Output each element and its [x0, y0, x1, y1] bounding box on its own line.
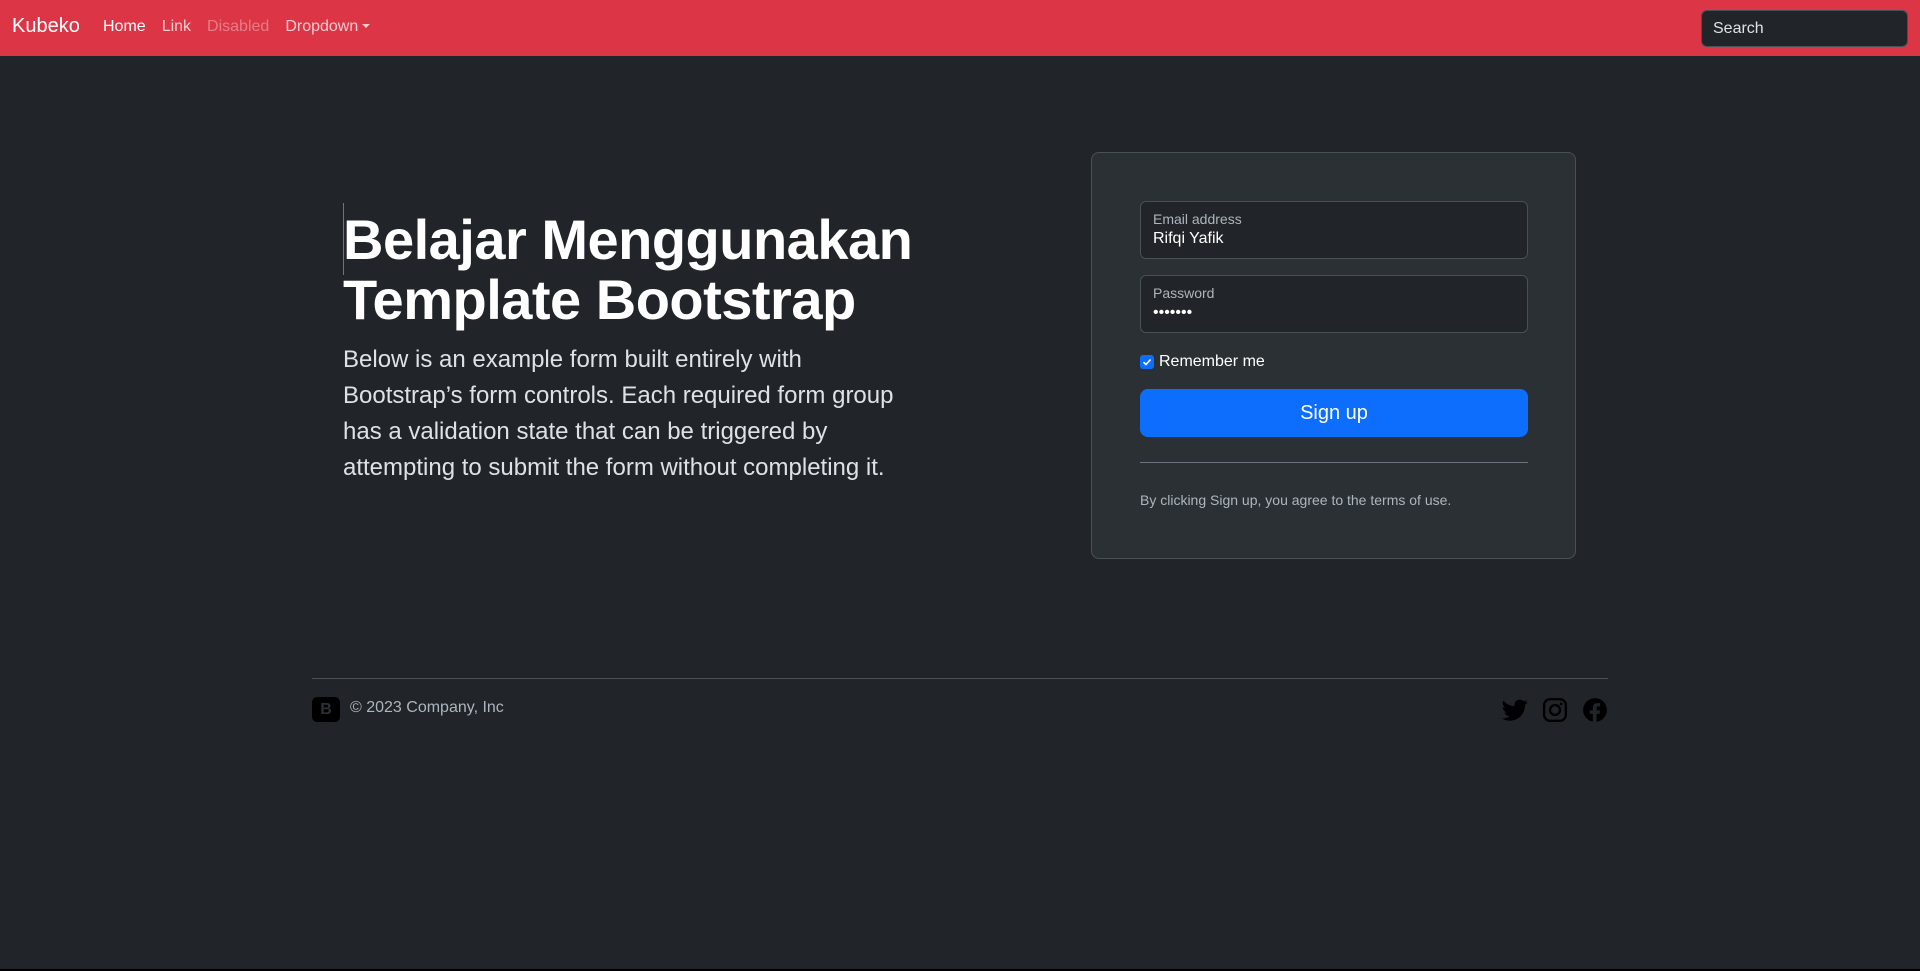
logo-letter: B	[320, 700, 332, 718]
hero-lead: Below is an example form built entirely …	[343, 346, 894, 481]
signup-card: Email address Rifqi Yafik Password •••••…	[1091, 152, 1576, 559]
footer-divider	[312, 678, 1608, 679]
password-field[interactable]: Password •••••••	[1140, 275, 1528, 333]
caret-down-icon	[362, 24, 371, 28]
email-label: Email address	[1153, 211, 1242, 227]
nav-dropdown-label: Dropdown	[285, 18, 359, 35]
email-value: Rifqi Yafik	[1153, 230, 1224, 247]
hero-title-line-2: Template Bootstrap	[343, 268, 856, 331]
nav-link-disabled: Disabled	[207, 18, 270, 35]
hero-title-line-1: Belajar Menggunakan	[343, 208, 913, 271]
nav-links: Home Link Disabled Dropdown	[103, 18, 386, 36]
nav-link-home[interactable]: Home	[103, 18, 146, 36]
navbar-brand[interactable]: Kubeko	[12, 15, 80, 38]
remember-me-checkbox[interactable]	[1140, 355, 1154, 369]
divider	[1140, 462, 1528, 463]
password-value: •••••••	[1153, 304, 1193, 321]
search-input[interactable]	[1701, 10, 1908, 47]
signup-button[interactable]: Sign up	[1140, 389, 1528, 437]
terms-text: By clicking Sign up, you agree to the te…	[1140, 492, 1452, 508]
password-label: Password	[1153, 285, 1215, 301]
hero-title: Belajar Menggunakan Template Bootstrap	[343, 210, 963, 330]
remember-me-label[interactable]: Remember me	[1159, 353, 1265, 371]
nav-dropdown-toggle[interactable]: Dropdown	[285, 18, 371, 36]
remember-me-row: Remember me	[1140, 353, 1265, 371]
copyright: © 2023 Company, Inc	[350, 699, 504, 716]
instagram-icon[interactable]	[1542, 697, 1568, 723]
facebook-icon[interactable]	[1582, 697, 1608, 723]
bootstrap-logo-icon[interactable]: B	[312, 697, 340, 722]
twitter-icon[interactable]	[1502, 697, 1528, 723]
nav-link-link[interactable]: Link	[162, 18, 191, 36]
check-icon	[1142, 358, 1152, 366]
email-field[interactable]: Email address Rifqi Yafik	[1140, 201, 1528, 259]
navbar: Kubeko Home Link Disabled Dropdown	[0, 0, 1920, 56]
